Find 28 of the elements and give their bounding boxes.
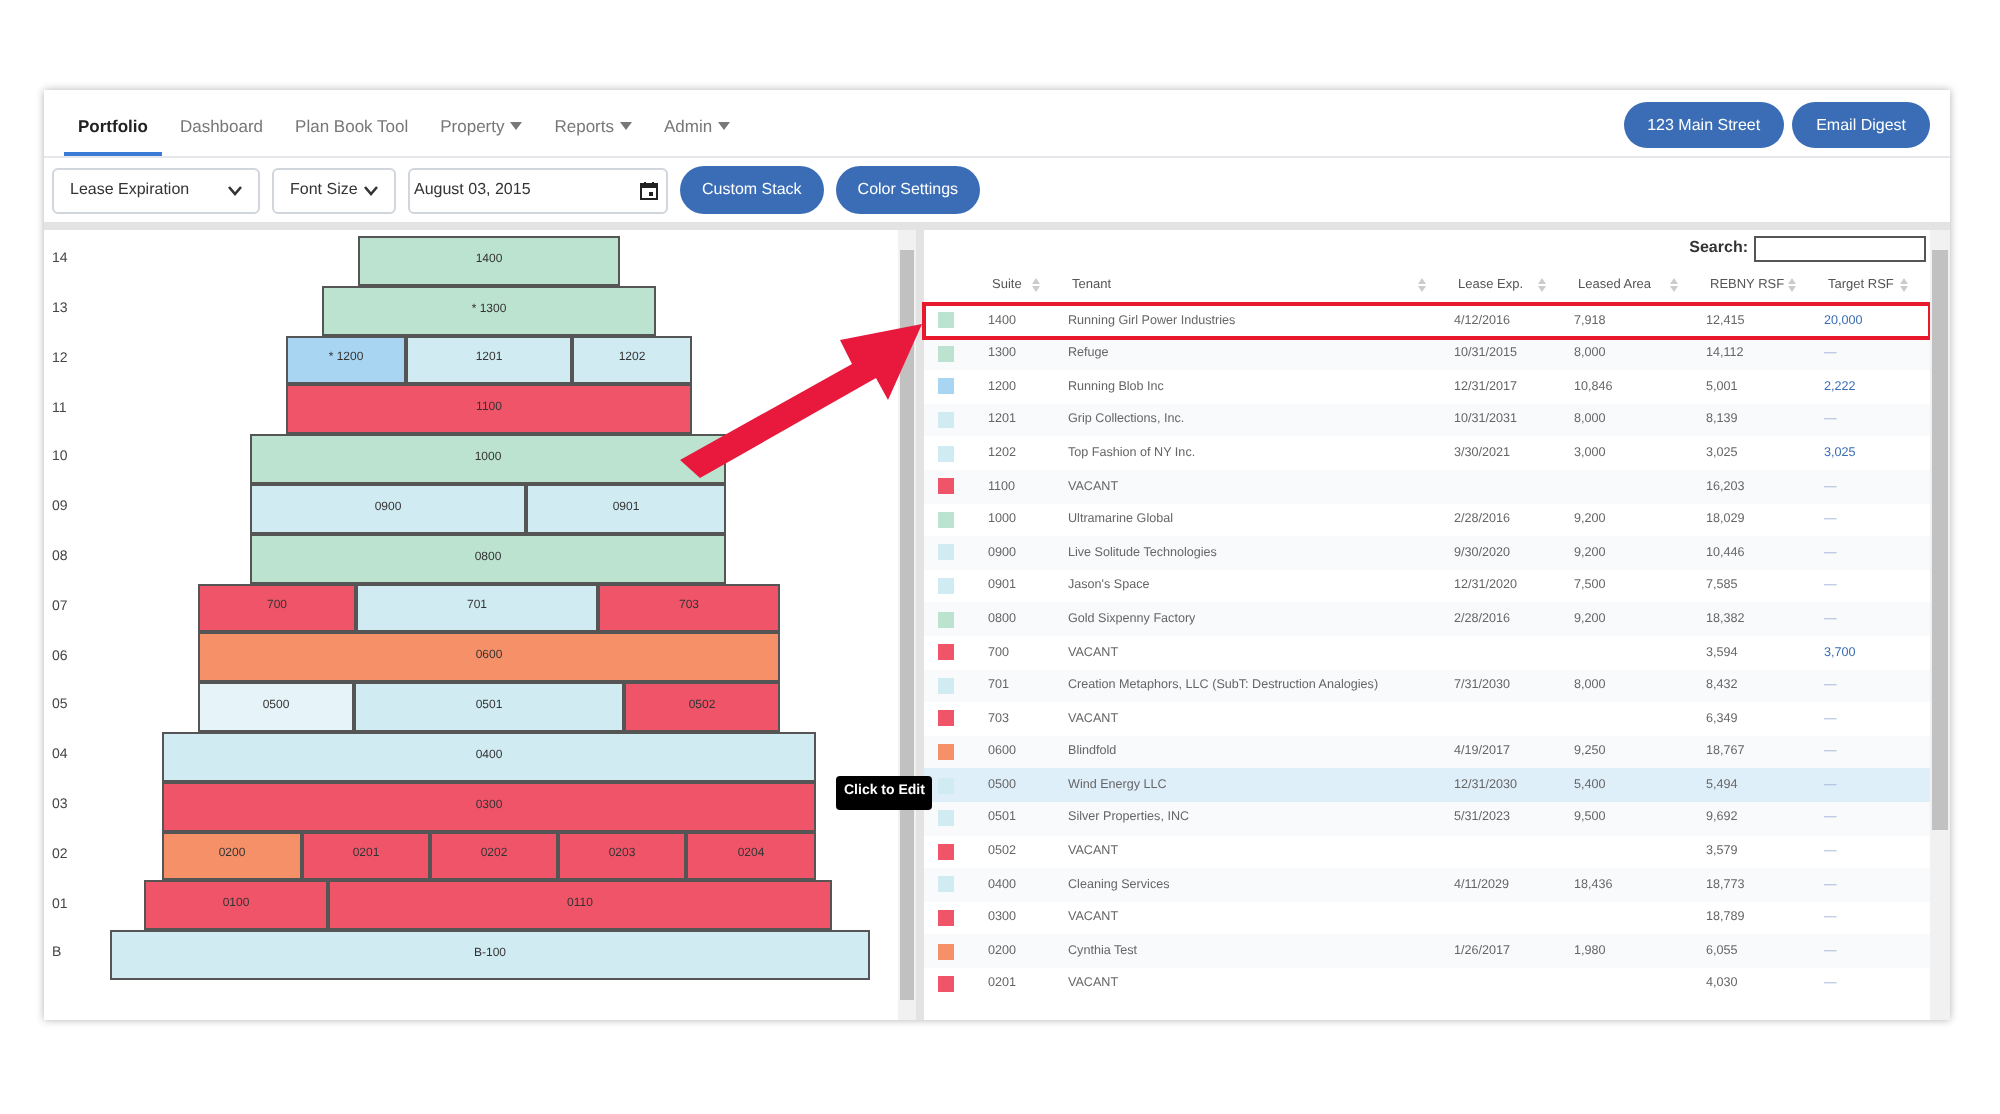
caret-icon bbox=[718, 122, 731, 131]
sort-icon bbox=[1538, 278, 1546, 292]
chevron-down-icon bbox=[228, 185, 242, 195]
toolbar-button[interactable]: Color Settings bbox=[835, 166, 981, 214]
select-field[interactable]: Font Size bbox=[272, 167, 396, 213]
header-button[interactable]: 123 Main Street bbox=[1623, 102, 1785, 148]
search-field[interactable] bbox=[1754, 235, 1926, 261]
sort-icon bbox=[1788, 278, 1796, 292]
header-button[interactable]: Email Digest bbox=[1792, 102, 1930, 148]
nav-tab[interactable]: Property bbox=[426, 100, 537, 156]
sort-icon bbox=[1900, 278, 1908, 292]
toolbar-button[interactable]: Custom Stack bbox=[680, 166, 824, 214]
scrollbar[interactable] bbox=[1930, 230, 1950, 1020]
chevron-down-icon bbox=[364, 185, 378, 195]
nav-tab[interactable]: Portfolio bbox=[64, 100, 162, 156]
sort-icon bbox=[1418, 278, 1426, 292]
nav-tab[interactable]: Admin bbox=[650, 100, 745, 156]
select-field[interactable]: Lease Expiration bbox=[52, 167, 260, 213]
date-field[interactable]: August 03, 2015 bbox=[408, 167, 668, 213]
nav-tab[interactable]: Reports bbox=[540, 100, 646, 156]
sort-icon bbox=[1032, 278, 1040, 292]
caret-icon bbox=[620, 122, 632, 131]
caret-icon bbox=[510, 122, 523, 131]
nav-tab[interactable]: Dashboard bbox=[165, 100, 278, 156]
search-label: Search: bbox=[1689, 236, 1748, 260]
calendar-icon bbox=[640, 181, 658, 199]
nav-tab[interactable]: Plan Book Tool bbox=[281, 100, 423, 156]
sort-icon bbox=[1670, 278, 1678, 292]
